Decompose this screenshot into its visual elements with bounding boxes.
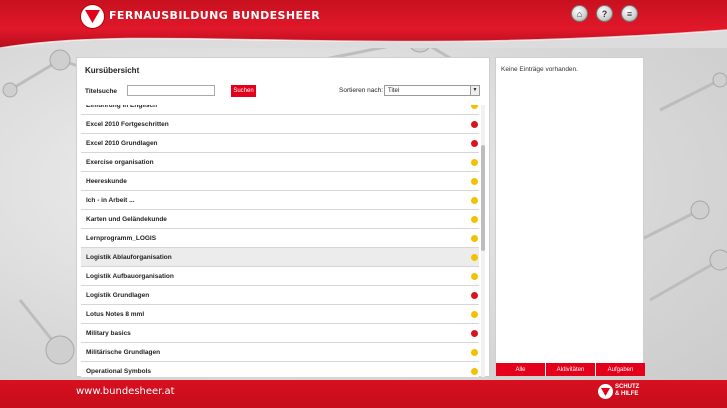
course-row[interactable]: Military basics [81, 324, 479, 343]
course-title: Logistik Ablauforganisation [86, 254, 172, 261]
tab-aufgaben[interactable]: Aufgaben [596, 363, 645, 376]
status-dot-icon [471, 349, 478, 356]
course-row[interactable]: Karten und Geländekunde [81, 210, 479, 229]
chevron-down-icon[interactable]: ▼ [470, 86, 479, 95]
app-footer: www.bundesheer.at SCHUTZ & HILFE [0, 380, 727, 408]
menu-icon: ≡ [626, 8, 633, 19]
status-dot-icon [471, 273, 478, 280]
sort-label: Sortieren nach: [339, 87, 384, 94]
status-dot-icon [471, 330, 478, 337]
status-dot-icon [471, 140, 478, 147]
bundesheer-logo[interactable] [81, 5, 104, 28]
footer-logo-line1: SCHUTZ [615, 384, 640, 390]
tab-aktivitaeten[interactable]: Aktivitäten [546, 363, 596, 376]
course-title: Excel 2010 Fortgeschritten [86, 121, 169, 128]
menu-button[interactable]: ≡ [621, 5, 638, 22]
home-icon: ⌂ [576, 8, 583, 19]
course-row[interactable]: Logistik Ablauforganisation [81, 248, 479, 267]
course-title: Operational Symbols [86, 368, 152, 375]
help-button[interactable]: ? [596, 5, 613, 22]
status-dot-icon [471, 197, 478, 204]
course-title: Einführung in Englisch [86, 105, 158, 109]
course-title: Heereskunde [86, 178, 127, 185]
course-overview-panel: Kursübersicht Titelsuche Suchen Sortiere… [76, 57, 490, 377]
status-dot-icon [471, 105, 478, 109]
search-button[interactable]: Suchen [231, 85, 256, 97]
status-dot-icon [471, 235, 478, 242]
course-title: Exercise organisation [86, 159, 154, 166]
course-row[interactable]: Lotus Notes 8 mml [81, 305, 479, 324]
status-dot-icon [471, 254, 478, 261]
course-row[interactable]: Logistik Grundlagen [81, 286, 479, 305]
scrollbar-thumb[interactable] [481, 145, 485, 251]
app-header: FERNAUSBILDUNG BUNDESHEER ⌂ ? ≡ [0, 0, 727, 48]
course-title: Logistik Aufbauorganisation [86, 273, 174, 280]
shield-emblem-icon [598, 384, 613, 399]
course-title: Logistik Grundlagen [86, 292, 150, 299]
brand-title: FERNAUSBILDUNG BUNDESHEER [109, 9, 321, 22]
course-row[interactable]: Lernprogramm_LOGIS [81, 229, 479, 248]
course-row[interactable]: Excel 2010 Grundlagen [81, 134, 479, 153]
course-row[interactable]: Militärische Grundlagen [81, 343, 479, 362]
status-dot-icon [471, 292, 478, 299]
course-list-scrollbar[interactable] [481, 105, 485, 377]
header-wave-graphic [0, 29, 727, 48]
course-row[interactable]: Excel 2010 Fortgeschritten [81, 115, 479, 134]
status-dot-icon [471, 368, 478, 375]
panel-title: Kursübersicht [85, 66, 140, 75]
course-title: Lotus Notes 8 mml [86, 311, 145, 318]
course-list: Einführung in Englisch Excel 2010 Fortges… [81, 105, 485, 377]
status-dot-icon [471, 159, 478, 166]
course-row[interactable]: Ich - in Arbeit ... [81, 191, 479, 210]
course-title: Military basics [86, 330, 131, 337]
title-search-label: Titelsuche [85, 88, 118, 95]
course-title: Excel 2010 Grundlagen [86, 140, 158, 147]
footer-logo-text: SCHUTZ & HILFE [615, 384, 639, 398]
course-row[interactable]: Operational Symbols [81, 362, 479, 377]
activity-panel: Keine Einträge vorhanden. Alle Aktivität… [495, 57, 645, 377]
home-button[interactable]: ⌂ [571, 5, 588, 22]
course-title: Lernprogramm_LOGIS [86, 235, 157, 242]
sort-select[interactable]: Titel ▼ [384, 85, 480, 96]
tab-alle[interactable]: Alle [496, 363, 546, 376]
sort-selected-value: Titel [388, 88, 400, 94]
course-title: Karten und Geländekunde [86, 216, 167, 223]
schutz-hilfe-logo: SCHUTZ & HILFE [598, 383, 643, 401]
title-search-input[interactable] [127, 85, 215, 96]
status-dot-icon [471, 311, 478, 318]
help-icon: ? [601, 8, 608, 19]
course-row[interactable]: Exercise organisation [81, 153, 479, 172]
status-dot-icon [471, 121, 478, 128]
course-title: Ich - in Arbeit ... [86, 197, 135, 204]
footer-logo-line2: & HILFE [615, 391, 639, 397]
course-title: Militärische Grundlagen [86, 349, 161, 356]
activity-tabs: Alle Aktivitäten Aufgaben [496, 363, 645, 376]
status-dot-icon [471, 178, 478, 185]
empty-message: Keine Einträge vorhanden. [501, 66, 578, 73]
course-row[interactable]: Logistik Aufbauorganisation [81, 267, 479, 286]
course-row[interactable]: Heereskunde [81, 172, 479, 191]
course-row[interactable]: Einführung in Englisch [81, 105, 479, 115]
footer-url-link[interactable]: www.bundesheer.at [76, 386, 175, 397]
status-dot-icon [471, 216, 478, 223]
triangle-emblem-icon [85, 10, 100, 23]
